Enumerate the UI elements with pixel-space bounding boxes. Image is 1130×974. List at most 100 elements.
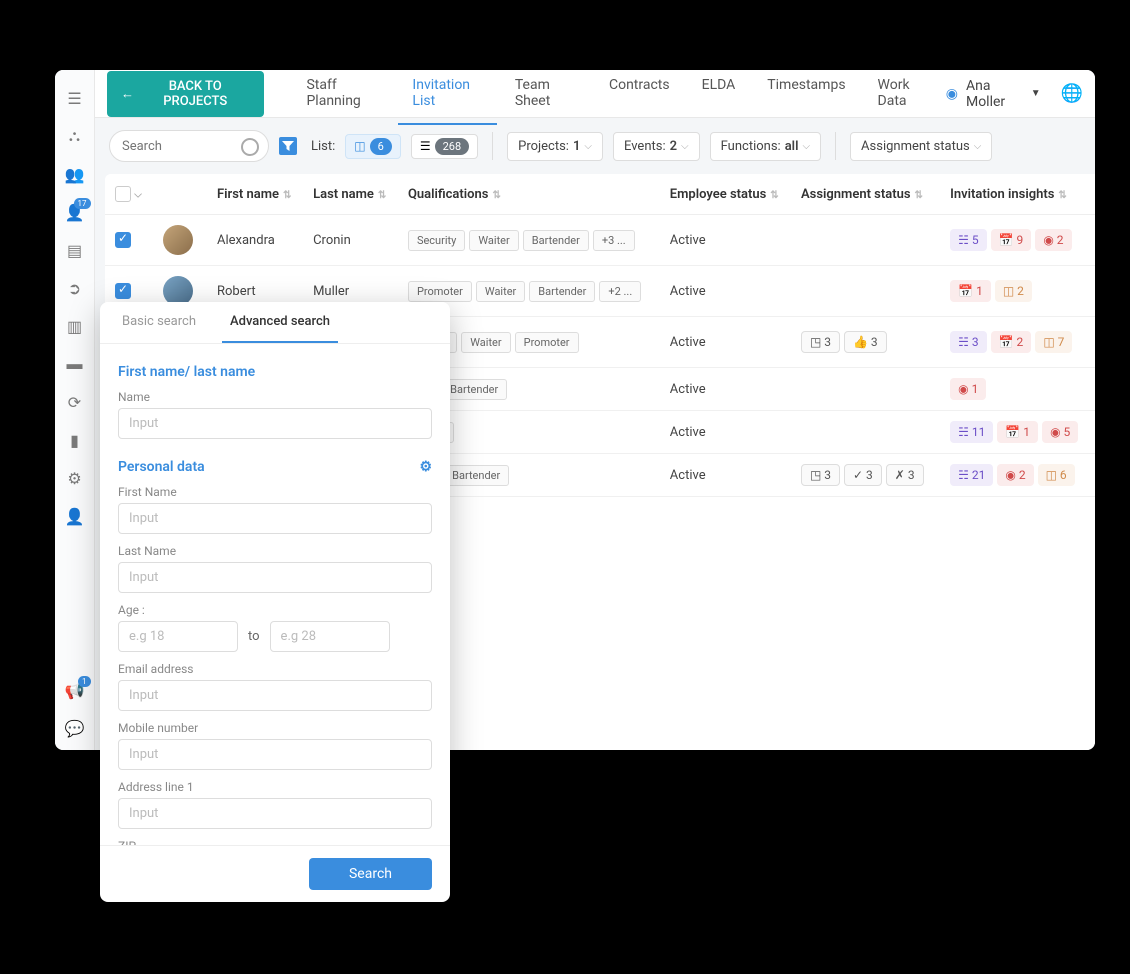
invitation-icon[interactable]: 👤17 [65, 202, 85, 222]
qual-tag: Bartender [441, 379, 507, 400]
insight-chip: ◉ 2 [1035, 229, 1071, 251]
assign-chip: ✗ 3 [886, 464, 924, 486]
invitation-insights: ☵ 21◉ 2◫ 6 [940, 454, 1095, 497]
panel-body: First name/ last name Name Personal data… [100, 344, 450, 845]
col-first-name[interactable]: First name⇅ [207, 174, 303, 215]
lastname-input[interactable] [118, 562, 432, 593]
functions-filter[interactable]: Functions: all ⌵ [710, 132, 821, 161]
tab-timestamps[interactable]: Timestamps [753, 70, 859, 125]
row-checkbox[interactable] [115, 283, 131, 299]
employee-status: Active [660, 454, 791, 497]
payment-icon[interactable]: ▬ [65, 354, 85, 374]
announce-icon[interactable]: 📢1 [65, 680, 85, 700]
invitation-insights: 📅 1◫ 2 [940, 266, 1095, 317]
sync-icon[interactable]: ⟳ [65, 392, 85, 412]
invitation-insights: ◉ 1 [940, 368, 1095, 411]
building-icon[interactable]: ▥ [65, 316, 85, 336]
basic-search-tab[interactable]: Basic search [114, 302, 204, 343]
qualifications: SecurityWaiterBartender+3 ... [398, 215, 660, 266]
email-input[interactable] [118, 680, 432, 711]
filter-icon[interactable] [279, 137, 297, 155]
employee-status: Active [660, 266, 791, 317]
menu-icon[interactable]: ☰ [65, 88, 85, 108]
employee-status: Active [660, 411, 791, 454]
search-input[interactable] [109, 130, 269, 162]
search-button[interactable]: Search [309, 858, 432, 890]
filterbar: List: ◫ 6 ☰ 268 Projects: 1 ⌵ Events: 2 … [95, 118, 1095, 174]
age-from-input[interactable] [118, 621, 238, 652]
globe-icon[interactable]: 🌐 [1061, 83, 1083, 104]
events-filter[interactable]: Events: 2 ⌵ [613, 132, 700, 161]
assignment-filter[interactable]: Assignment status ⌵ [850, 132, 992, 161]
col-qualifications[interactable]: Qualifications⇅ [398, 174, 660, 215]
col-assignment-status[interactable]: Assignment status⇅ [791, 174, 940, 215]
user-settings-icon[interactable]: 👤 [65, 506, 85, 526]
settings-icon[interactable]: ⚙ [65, 468, 85, 488]
tab-work-data[interactable]: Work Data [864, 70, 946, 125]
mobile-input[interactable] [118, 739, 432, 770]
total-chip[interactable]: ☰ 268 [411, 134, 478, 159]
firstname-input[interactable] [118, 503, 432, 534]
badge: 17 [74, 198, 91, 209]
insight-chip: ◉ 5 [1042, 421, 1078, 443]
qual-tag: Security [408, 230, 465, 251]
col-employee-status[interactable]: Employee status⇅ [660, 174, 791, 215]
insight-chip: ◉ 2 [997, 464, 1033, 486]
qual-tag: Promoter [408, 281, 472, 302]
advanced-search-tab[interactable]: Advanced search [222, 302, 338, 343]
panel-tabs: Basic search Advanced search [100, 302, 450, 344]
select-all-checkbox[interactable] [115, 186, 131, 202]
back-button[interactable]: ← BACK TO PROJECTS [107, 71, 264, 117]
address-input[interactable] [118, 798, 432, 829]
search-panel: Basic search Advanced search First name/… [100, 302, 450, 902]
insight-chip: ◫ 7 [1035, 331, 1072, 353]
section-personal: Personal data⚙ [118, 459, 432, 475]
qual-tag: Promoter [515, 332, 579, 353]
selected-chip[interactable]: ◫ 6 [345, 134, 401, 159]
assign-chip: ✓ 3 [844, 464, 882, 486]
tab-elda[interactable]: ELDA [688, 70, 750, 125]
tab-invitation-list[interactable]: Invitation List [398, 70, 496, 125]
age-to-input[interactable] [270, 621, 390, 652]
tab-staff-planning[interactable]: Staff Planning [292, 70, 394, 125]
insight-chip: ☵ 21 [950, 464, 993, 486]
assign-chip: ◳ 3 [801, 464, 840, 486]
age-to-label: to [248, 629, 260, 644]
insight-chip: 📅 2 [991, 331, 1032, 353]
employee-status: Active [660, 215, 791, 266]
insight-chip: ☵ 3 [950, 331, 986, 353]
assignment-status [791, 411, 940, 454]
insight-chip: 📅 1 [997, 421, 1038, 443]
invitation-insights: ☵ 11📅 1◉ 5 [940, 411, 1095, 454]
qual-tag: +3 ... [593, 230, 635, 251]
hierarchy-icon[interactable]: ⛬ [65, 126, 85, 146]
calendar-icon[interactable]: ▤ [65, 240, 85, 260]
login-icon[interactable]: ➲ [65, 278, 85, 298]
projects-filter[interactable]: Projects: 1 ⌵ [507, 132, 603, 161]
qual-tag: Bartender [523, 230, 589, 251]
first-name: Alexandra [207, 215, 303, 266]
tab-contracts[interactable]: Contracts [595, 70, 684, 125]
people-icon[interactable]: 👥 [65, 164, 85, 184]
assignment-status [791, 215, 940, 266]
chat-icon[interactable]: 💬 [65, 718, 85, 738]
assignment-status [791, 266, 940, 317]
gear-icon[interactable]: ⚙ [419, 459, 432, 475]
row-checkbox[interactable] [115, 232, 131, 248]
insight-chip: 📅 1 [950, 280, 991, 302]
section-name: First name/ last name [118, 364, 432, 380]
tab-team-sheet[interactable]: Team Sheet [501, 70, 591, 125]
user-menu[interactable]: ◉ Ana Moller ▼ 🌐 [946, 78, 1083, 110]
table-row[interactable]: AlexandraCroninSecurityWaiterBartender+3… [105, 215, 1095, 266]
invitation-insights: ☵ 5📅 9◉ 2 [940, 215, 1095, 266]
firstname-label: First Name [118, 485, 432, 499]
col-invitation-insights[interactable]: Invitation insights⇅ [940, 174, 1095, 215]
col-last-name[interactable]: Last name⇅ [303, 174, 398, 215]
insight-chip: ◫ 6 [1038, 464, 1075, 486]
employee-status: Active [660, 368, 791, 411]
name-input[interactable] [118, 408, 432, 439]
invitation-insights: ☵ 3📅 2◫ 7 [940, 317, 1095, 368]
document-icon[interactable]: ▮ [65, 430, 85, 450]
assign-chip: ◳ 3 [801, 331, 840, 353]
nav-tabs: Staff PlanningInvitation ListTeam SheetC… [292, 70, 945, 125]
